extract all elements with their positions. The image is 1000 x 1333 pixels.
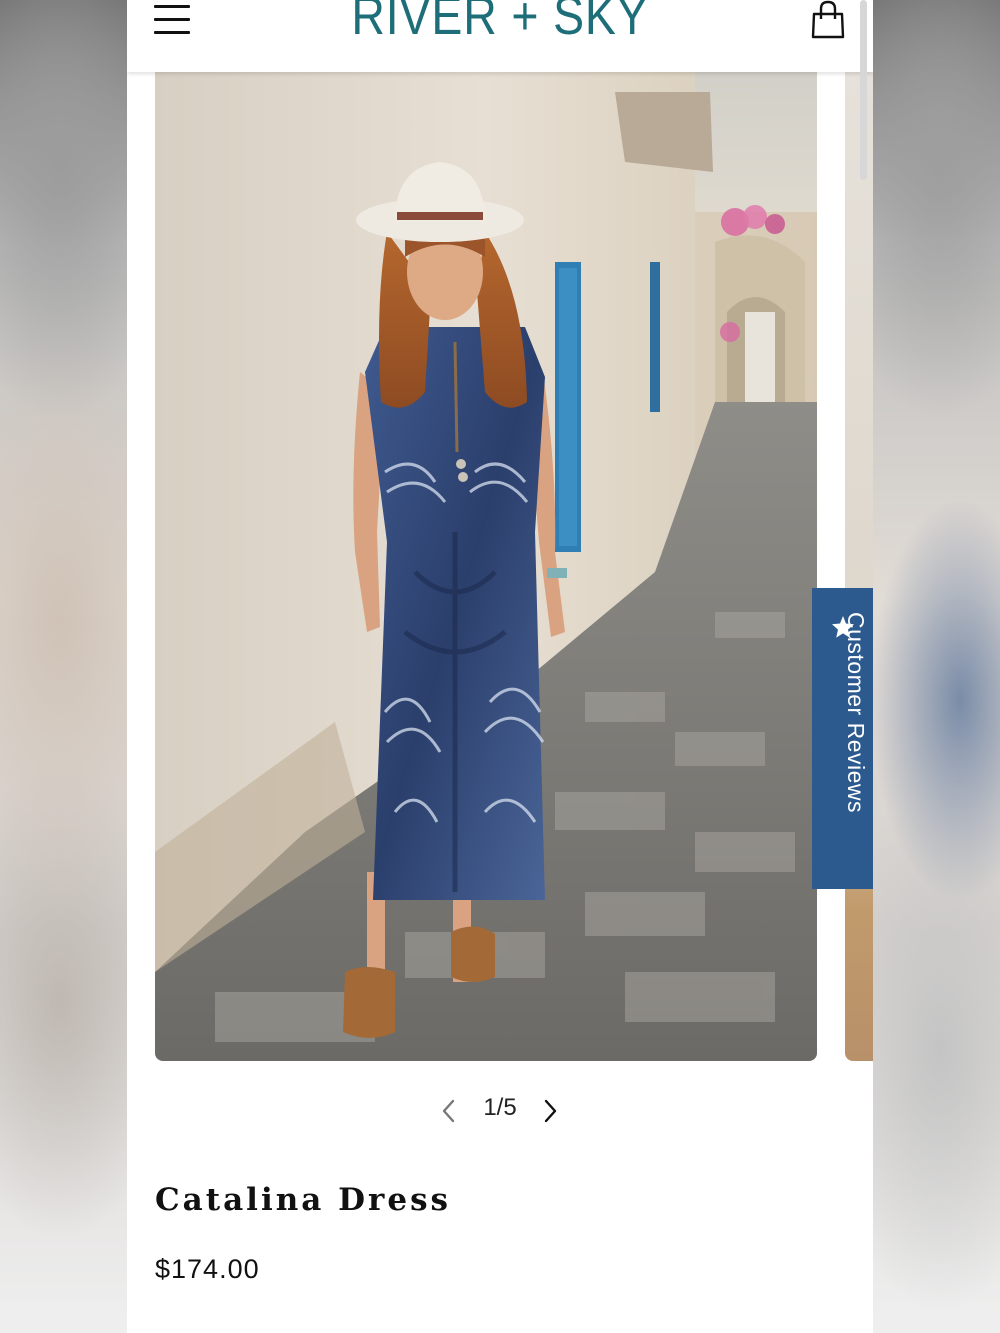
mobile-page: RIVER + SKY Customer Reviews 1/5 Catalin… bbox=[127, 0, 873, 1333]
image-counter: 1/5 bbox=[483, 1094, 517, 1121]
scrollbar[interactable] bbox=[860, 0, 867, 180]
product-title: Catalina Dress bbox=[155, 1182, 451, 1218]
shopping-bag-icon[interactable] bbox=[810, 0, 846, 40]
brand-logo[interactable]: RIVER + SKY bbox=[179, 0, 821, 46]
chevron-left-icon[interactable] bbox=[438, 1098, 458, 1124]
chevron-right-icon[interactable] bbox=[541, 1098, 561, 1124]
product-image-gallery[interactable] bbox=[127, 72, 873, 1062]
product-image[interactable] bbox=[155, 72, 817, 1061]
gallery-pager: 1/5 bbox=[127, 1090, 873, 1130]
site-header: RIVER + SKY bbox=[127, 0, 873, 72]
customer-reviews-tab[interactable]: Customer Reviews bbox=[812, 588, 873, 889]
next-product-image-peek[interactable] bbox=[845, 72, 873, 1061]
customer-reviews-label: Customer Reviews bbox=[843, 612, 869, 813]
product-price: $174.00 bbox=[155, 1254, 260, 1284]
